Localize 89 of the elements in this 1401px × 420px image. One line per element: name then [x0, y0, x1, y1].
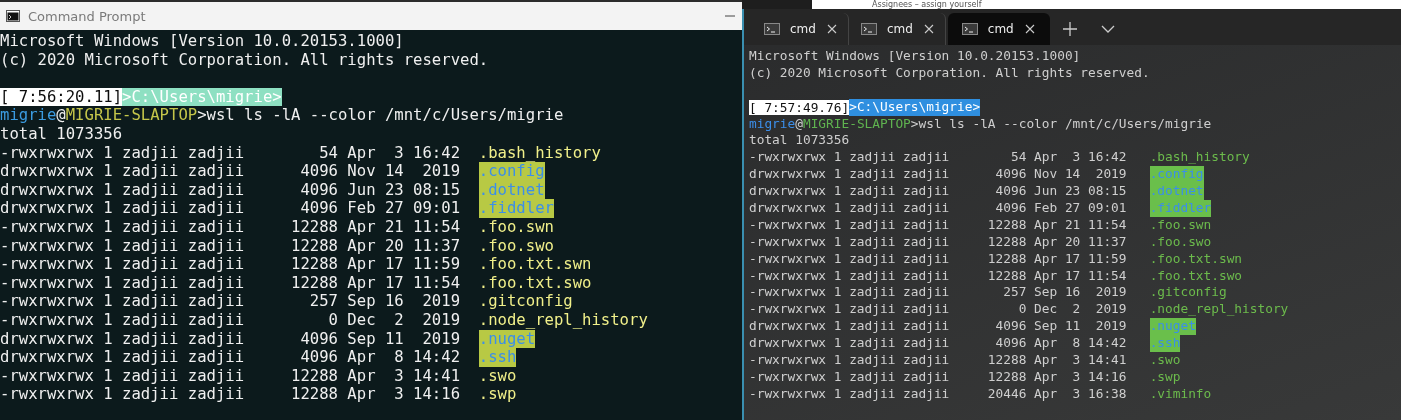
- terminal-icon[interactable]: [961, 23, 978, 35]
- output-text: (c) 2020 Microsoft Corporation. All rights reserved.: [0, 50, 489, 70]
- file-details: drwxrwxrwx 1 zadjii zadjii 4096 Jun 23 08:15: [0, 180, 461, 200]
- directory-name: .fiddler: [478, 199, 554, 218]
- directory-name: .fiddler: [1149, 200, 1212, 217]
- output-text: total 1073356: [749, 132, 850, 150]
- directory-name: .config: [1149, 166, 1204, 184]
- file-name: .foo.txt.swn: [1149, 250, 1243, 268]
- prompt-path: >C:\Users\migrie>: [849, 98, 981, 116]
- file-details: -rwxrwxrwx 1 zadjii zadjii 12288 Apr 3 14:16: [0, 385, 461, 404]
- output-text: Microsoft Windows [Version 10.0.20153.1000]: [0, 32, 404, 51]
- directory-name: .ssh: [478, 348, 517, 367]
- output-text: total 1073356: [0, 124, 123, 144]
- file-details: -rwxrwxrwx 1 zadjii zadjii 12288 Apr 20 11:37: [0, 236, 461, 256]
- prompt-separator: @: [795, 115, 803, 133]
- plus-icon[interactable]: [1061, 21, 1078, 37]
- file-name: .node_repl_history: [1149, 301, 1289, 319]
- file-name: .swp: [478, 385, 517, 404]
- file-details: -rwxrwxrwx 1 zadjii zadjii 257 Sep 16 2019: [0, 292, 461, 311]
- file-details: -rwxrwxrwx 1 zadjii zadjii 54 Apr 3 16:42: [749, 149, 1127, 167]
- file-details: drwxrwxrwx 1 zadjii zadjii 4096 Feb 27 09:01: [749, 200, 1127, 217]
- chevron-down-icon[interactable]: [1099, 24, 1116, 34]
- file-details: -rwxrwxrwx 1 zadjii zadjii 20446 Apr 3 16:38: [749, 385, 1127, 403]
- prompt-separator: @: [56, 106, 66, 125]
- file-details: -rwxrwxrwx 1 zadjii zadjii 12288 Apr 20 11:37: [749, 233, 1127, 251]
- file-name: .gitconfig: [1149, 284, 1227, 302]
- file-name: .foo.txt.swn: [478, 255, 592, 274]
- directory-name: .nuget: [1149, 318, 1196, 336]
- background-text: Assignees – assign yourself: [872, 0, 982, 9]
- file-details: drwxrwxrwx 1 zadjii zadjii 4096 Jun 23 08:15: [749, 183, 1127, 201]
- file-details: -rwxrwxrwx 1 zadjii zadjii 12288 Apr 17 11:59: [0, 255, 461, 274]
- tab[interactable]: cmd: [754, 13, 849, 45]
- file-details: drwxrwxrwx 1 zadjii zadjii 4096 Apr 8 14:42: [749, 335, 1127, 353]
- command-text: >wsl ls -lA --color /mnt/c/Users/migrie: [910, 115, 1212, 133]
- close-icon[interactable]: [1023, 23, 1036, 35]
- file-name: .foo.swn: [478, 217, 554, 237]
- file-details: -rwxrwxrwx 1 zadjii zadjii 12288 Apr 3 14:41: [0, 366, 461, 386]
- file-details: -rwxrwxrwx 1 zadjii zadjii 12288 Apr 21 11:54: [749, 216, 1127, 234]
- close-icon[interactable]: [825, 23, 838, 35]
- file-name: .foo.txt.swo: [478, 273, 592, 293]
- file-details: drwxrwxrwx 1 zadjii zadjii 4096 Nov 14 2019: [749, 166, 1127, 184]
- file-name: .foo.txt.swo: [1149, 267, 1243, 285]
- file-name: .gitconfig: [478, 292, 573, 311]
- file-details: -rwxrwxrwx 1 zadjii zadjii 12288 Apr 17 11:59: [749, 250, 1127, 268]
- file-name: .foo.swo: [478, 236, 554, 256]
- file-name: .bash_history: [478, 143, 601, 163]
- file-details: drwxrwxrwx 1 zadjii zadjii 4096 Sep 11 2019: [749, 318, 1127, 336]
- file-name: .swo: [478, 366, 517, 386]
- tab[interactable]: cmd: [850, 13, 946, 45]
- directory-name: .config: [478, 162, 545, 181]
- file-name: .bash_history: [1149, 149, 1250, 167]
- file-details: drwxrwxrwx 1 zadjii zadjii 4096 Feb 27 09:01: [0, 199, 461, 218]
- file-name: .foo.swo: [1149, 233, 1212, 251]
- file-name: .viminfo: [1149, 385, 1212, 403]
- directory-name: .nuget: [478, 329, 536, 349]
- terminal-icon[interactable]: [860, 23, 877, 35]
- command-text: >wsl ls -lA --color /mnt/c/Users/migrie: [197, 106, 564, 125]
- directory-name: .dotnet: [1149, 183, 1204, 201]
- file-details: drwxrwxrwx 1 zadjii zadjii 4096 Apr 8 14:42: [0, 348, 461, 367]
- prompt-host: MIGRIE-SLAPTOP: [65, 106, 198, 125]
- directory-name: .dotnet: [478, 180, 545, 200]
- file-details: drwxrwxrwx 1 zadjii zadjii 4096 Sep 11 2019: [0, 329, 461, 349]
- file-details: -rwxrwxrwx 1 zadjii zadjii 12288 Apr 17 11:54: [749, 267, 1127, 285]
- console-icon[interactable]: [6, 10, 20, 22]
- file-name: .swo: [1149, 352, 1181, 369]
- file-details: -rwxrwxrwx 1 zadjii zadjii 257 Sep 16 2019: [749, 284, 1127, 302]
- prompt-time: [ 7:56:20.11]: [0, 87, 123, 107]
- file-details: -rwxrwxrwx 1 zadjii zadjii 12288 Apr 17 11:54: [0, 273, 461, 293]
- prompt-user: migrie: [749, 115, 796, 133]
- file-details: -rwxrwxrwx 1 zadjii zadjii 54 Apr 3 16:42: [0, 143, 461, 163]
- file-name: .swp: [1149, 368, 1181, 386]
- file-details: -rwxrwxrwx 1 zadjii zadjii 12288 Apr 3 14:41: [749, 352, 1127, 369]
- file-details: -rwxrwxrwx 1 zadjii zadjii 12288 Apr 21 11:54: [0, 217, 461, 237]
- file-details: -rwxrwxrwx 1 zadjii zadjii 12288 Apr 3 14:16: [749, 368, 1127, 386]
- window-title: Command Prompt: [28, 8, 146, 24]
- file-details: -rwxrwxrwx 1 zadjii zadjii 0 Dec 2 2019: [749, 301, 1127, 319]
- output-text: Microsoft Windows [Version 10.0.20153.1000]: [749, 48, 1081, 65]
- tab[interactable]: cmd: [947, 13, 1050, 45]
- file-name: .foo.swn: [1149, 216, 1212, 234]
- file-details: drwxrwxrwx 1 zadjii zadjii 4096 Nov 14 2019: [0, 162, 461, 181]
- file-details: -rwxrwxrwx 1 zadjii zadjii 0 Dec 2 2019: [0, 310, 461, 330]
- output-text: (c) 2020 Microsoft Corporation. All rights reserved.: [749, 64, 1150, 82]
- prompt-host: MIGRIE-SLAPTOP: [802, 115, 911, 133]
- prompt-user: migrie: [0, 106, 57, 125]
- prompt-path: >C:\Users\migrie>: [122, 87, 282, 107]
- directory-name: .ssh: [1149, 335, 1181, 353]
- close-icon[interactable]: [922, 23, 935, 35]
- file-name: .node_repl_history: [478, 310, 648, 330]
- terminal-icon[interactable]: [764, 23, 780, 35]
